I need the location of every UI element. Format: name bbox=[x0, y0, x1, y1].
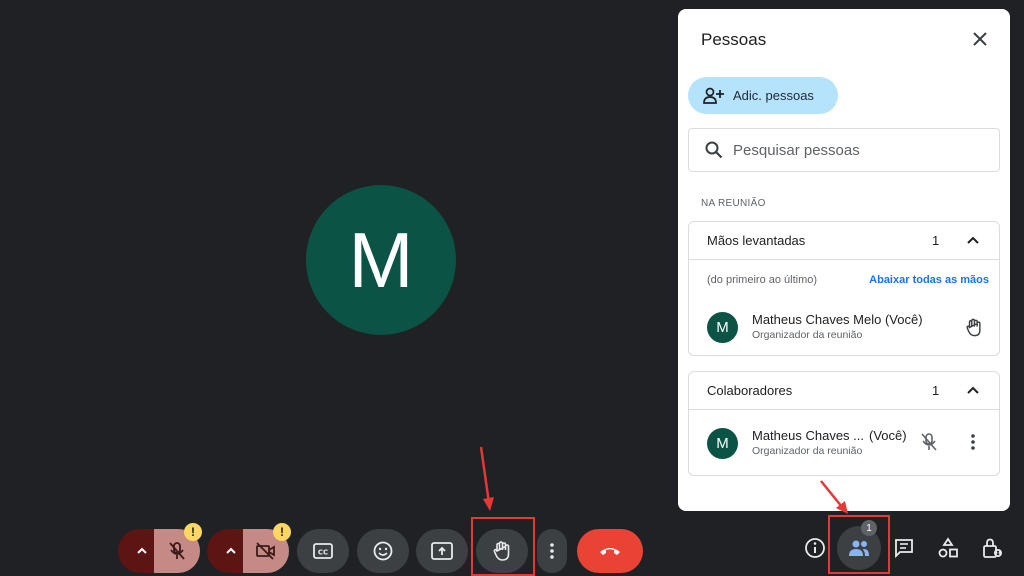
shapes-icon bbox=[938, 537, 958, 558]
host-controls-button[interactable] bbox=[979, 535, 1005, 561]
camera-warning-badge: ! bbox=[273, 523, 291, 541]
end-call-button[interactable] bbox=[577, 529, 643, 573]
add-people-label: Adic. pessoas bbox=[733, 88, 814, 103]
participant-you-tag: (Você) bbox=[869, 428, 907, 443]
more-vert-icon bbox=[550, 543, 554, 559]
collaborators-count: 1 bbox=[932, 383, 940, 398]
people-panel: Pessoas Adic. pessoas NA REUNIÃO Mãos le… bbox=[678, 9, 1010, 511]
highlight-box bbox=[828, 515, 890, 574]
participant-role: Organizador da reunião bbox=[752, 445, 863, 457]
search-icon bbox=[705, 141, 723, 159]
more-vert-icon[interactable] bbox=[970, 433, 976, 451]
search-input[interactable] bbox=[733, 141, 973, 159]
lower-all-hands-link[interactable]: Abaixar todas as mãos bbox=[869, 274, 989, 286]
avatar: M bbox=[707, 312, 738, 343]
camera-toggle-button[interactable]: ! bbox=[243, 523, 291, 573]
panel-title: Pessoas bbox=[701, 30, 767, 49]
add-people-button[interactable]: Adic. pessoas bbox=[688, 77, 838, 114]
participant-avatar: M bbox=[306, 185, 456, 335]
participant-role: Organizador da reunião bbox=[752, 329, 863, 341]
present-screen-icon bbox=[431, 542, 453, 560]
chevron-up-icon[interactable] bbox=[965, 383, 981, 399]
avatar: M bbox=[707, 428, 738, 459]
search-field[interactable] bbox=[688, 128, 1000, 172]
chat-button[interactable] bbox=[891, 535, 917, 561]
mic-off-icon bbox=[921, 433, 937, 451]
collaborators-title: Colaboradores bbox=[707, 383, 793, 398]
closed-captions-icon: CC bbox=[313, 543, 333, 559]
list-item: M Matheus Chaves ... (Você) Organizador … bbox=[689, 416, 999, 471]
order-hint: (do primeiro ao último) bbox=[707, 274, 818, 286]
raised-hands-count: 1 bbox=[932, 233, 940, 248]
phone-hangup-icon bbox=[600, 548, 620, 555]
reactions-button[interactable] bbox=[357, 529, 409, 573]
chevron-up-icon bbox=[226, 547, 236, 554]
camera-off-icon bbox=[256, 542, 275, 560]
captions-button[interactable]: CC bbox=[297, 529, 349, 573]
emoji-icon bbox=[373, 541, 393, 561]
hand-icon[interactable] bbox=[965, 317, 983, 338]
info-icon bbox=[805, 538, 825, 558]
chat-icon bbox=[895, 539, 913, 559]
meeting-info-button[interactable] bbox=[802, 535, 828, 561]
highlight-box bbox=[471, 517, 535, 576]
collaborators-group: Colaboradores 1 M Matheus Chaves ... (Vo… bbox=[688, 371, 1000, 476]
arrow-icon bbox=[820, 480, 848, 514]
participant-name: Matheus Chaves ... bbox=[752, 428, 864, 443]
lock-person-icon bbox=[983, 538, 1002, 558]
participant-name: Matheus Chaves Melo (Você) bbox=[752, 312, 923, 327]
more-options-button[interactable] bbox=[537, 529, 567, 573]
close-panel-button[interactable] bbox=[969, 28, 991, 50]
mic-off-icon bbox=[169, 542, 185, 560]
raised-hands-title: Mãos levantadas bbox=[707, 233, 806, 248]
chevron-up-icon[interactable] bbox=[965, 233, 981, 249]
raised-hands-group: Mãos levantadas 1 (do primeiro ao último… bbox=[688, 221, 1000, 356]
video-stage: M bbox=[0, 0, 668, 576]
svg-text:CC: CC bbox=[318, 549, 328, 557]
arrow-icon bbox=[479, 446, 494, 511]
raised-hands-header[interactable]: Mãos levantadas 1 bbox=[689, 222, 999, 260]
activities-button[interactable] bbox=[935, 535, 961, 561]
section-label: NA REUNIÃO bbox=[701, 198, 766, 209]
raised-hands-order-row: (do primeiro ao último) Abaixar todas as… bbox=[689, 260, 999, 300]
mic-warning-badge: ! bbox=[184, 523, 202, 541]
collaborators-header[interactable]: Colaboradores 1 bbox=[689, 372, 999, 410]
present-screen-button[interactable] bbox=[416, 529, 468, 573]
mic-toggle-button[interactable]: ! bbox=[154, 523, 202, 573]
list-item: M Matheus Chaves Melo (Você) Organizador… bbox=[689, 300, 999, 355]
close-icon bbox=[973, 32, 987, 46]
chevron-up-icon bbox=[137, 547, 147, 554]
person-add-icon bbox=[703, 87, 724, 104]
